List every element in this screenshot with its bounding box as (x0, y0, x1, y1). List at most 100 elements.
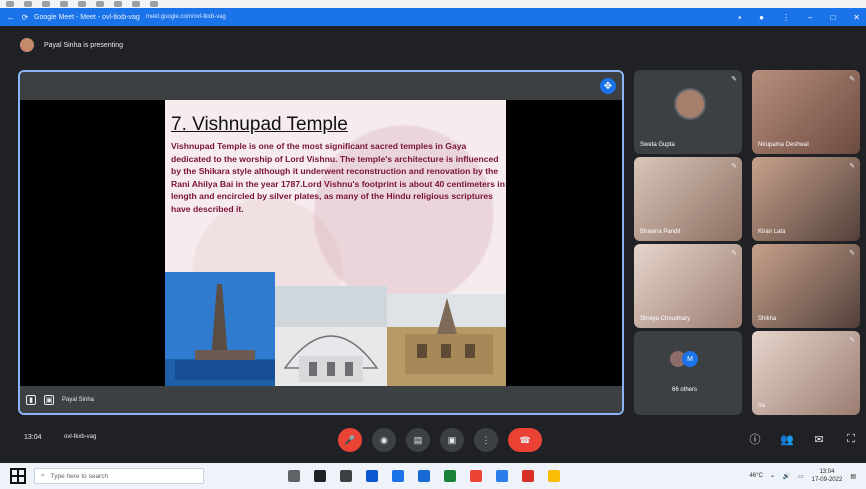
browser-titlebar: ← ⟳ Google Meet - Meet - ovl-tkxb-vag me… (0, 8, 866, 26)
meet-screen: ← ⟳ Google Meet - Meet - ovl-tkxb-vag me… (0, 0, 866, 489)
participant-name: Bhawna Pandit (640, 229, 681, 235)
battery-icon[interactable]: ▭ (798, 473, 804, 480)
meeting-code: ovl-tkxb-vag (64, 434, 97, 440)
participant-name: Shreya Choudhary (640, 316, 691, 322)
temple-facade-illustration (405, 298, 493, 374)
store-icon[interactable] (496, 470, 508, 482)
camera-toggle-button[interactable]: ◉ (372, 428, 396, 452)
cast-icon[interactable]: ▪ (738, 13, 741, 22)
participant-avatar (674, 88, 706, 120)
taskbar-apps (288, 470, 560, 482)
stage-header (20, 72, 622, 100)
browser-toolbar-right: ▪ ● ⋮ – □ ✕ (738, 13, 860, 22)
mic-off-icon: ✎ (731, 76, 737, 83)
participant-video-tile[interactable]: ✎ Shikha (752, 244, 860, 328)
temple-dome-illustration (283, 335, 379, 382)
mic-off-icon: ✎ (731, 250, 737, 257)
minimize-icon[interactable]: – (808, 13, 812, 22)
meeting-time: 13:04 (24, 434, 42, 441)
info-icon[interactable]: ⓘ (746, 430, 764, 448)
temple-photos (165, 272, 506, 388)
menu-icon[interactable]: ⋮ (782, 13, 790, 22)
others-tile[interactable]: M 66 others (634, 331, 742, 415)
participant-video-tile[interactable]: ✎ Bhawna Pandit (634, 157, 742, 241)
participant-name: Ira (758, 403, 766, 409)
presenting-text: Payal Sinha is presenting (44, 41, 123, 49)
slide-body: Vishnupad Temple is one of the most sign… (171, 141, 505, 214)
presenter-avatar (20, 38, 34, 52)
notification-icon[interactable]: ▤ (850, 473, 856, 480)
chrome-icon[interactable] (392, 470, 404, 482)
tab-title[interactable]: Google Meet - Meet - ovl-tkxb-vag (34, 14, 140, 21)
participant-video-tile[interactable]: ✎ Nirupama Deshwal (752, 70, 860, 154)
center-controls: 🎤 ◉ ▤ ▣ ⋮ ☎ (338, 428, 542, 452)
search-icon: ⌕ (41, 472, 45, 479)
temple-photo-3 (387, 294, 506, 388)
participant-name: Kiran Lata (758, 229, 786, 235)
windows-taskbar: ⌕ Type here to search 46°C ⌁ 🔊 ▭ 13:04 1… (0, 463, 866, 489)
weather-text[interactable]: 46°C (749, 473, 762, 479)
youtube-icon[interactable] (522, 470, 534, 482)
participant-tile[interactable]: ✎ Sweta Gupta (634, 70, 742, 154)
stage-footer: ▮ ▣ Payal Sinha (20, 386, 622, 413)
participant-video-tile[interactable]: ✎ Ira (752, 331, 860, 415)
participant-video-tile[interactable]: ✎ Kiran Lata (752, 157, 860, 241)
settings-icon[interactable] (340, 470, 352, 482)
meeting-controls-bar: 13:04 ovl-tkxb-vag 🎤 ◉ ▤ ▣ ⋮ ☎ ⓘ 👥 ✉ ⛶ (0, 420, 866, 460)
participant-name: Sweta Gupta (640, 142, 675, 148)
volume-icon[interactable]: 🔊 (782, 473, 789, 480)
address-bar[interactable]: meet.google.com/ovl-tkxb-vag (146, 14, 226, 20)
taskbar-search[interactable]: ⌕ Type here to search (34, 468, 204, 484)
presentation-slide: 7. Vishnupad Temple Vishnupad Temple is … (165, 100, 506, 388)
temple-photo-1 (165, 272, 275, 388)
stage-presenter-name: Payal Sinha (62, 396, 95, 403)
temple-photo-2 (275, 286, 387, 388)
participant-name: Shikha (758, 316, 777, 322)
microphone-toggle-button[interactable]: 🎤 (338, 428, 362, 452)
participant-video-tile[interactable]: ✎ Shreya Choudhary (634, 244, 742, 328)
present-now-button[interactable]: ▣ (440, 428, 464, 452)
participant-name: Nirupama Deshwal (758, 142, 809, 148)
leave-call-button[interactable]: ☎ (508, 428, 542, 452)
presentation-stage[interactable]: ✥ 7. Vishnupad Temple Vishnupad Temple i… (18, 70, 624, 415)
mic-off-icon: ✎ (849, 250, 855, 257)
widgets-icon[interactable] (314, 470, 326, 482)
previous-window-strip (0, 0, 866, 8)
others-badge: M (682, 351, 698, 367)
clock-time: 13:04 (819, 469, 835, 475)
mail-icon[interactable] (470, 470, 482, 482)
chrome-alt-icon[interactable] (548, 470, 560, 482)
start-button[interactable] (10, 468, 26, 484)
task-view-icon[interactable] (288, 470, 300, 482)
word-icon[interactable] (418, 470, 430, 482)
others-label: 66 others (672, 387, 698, 393)
clock[interactable]: 13:04 17-09-2022 (812, 468, 843, 484)
pin-icon[interactable]: ✥ (600, 78, 616, 94)
mic-off-icon: ✎ (849, 76, 855, 83)
reload-icon[interactable]: ⟳ (20, 12, 30, 22)
mute-indicator-icon: ▮ (26, 394, 36, 405)
people-icon[interactable]: 👥 (778, 430, 796, 448)
wifi-icon[interactable]: ⌁ (771, 473, 775, 480)
edge-icon[interactable] (366, 470, 378, 482)
present-indicator-icon: ▣ (44, 394, 54, 405)
system-tray: 46°C ⌁ 🔊 ▭ 13:04 17-09-2022 ▤ (749, 468, 856, 484)
chat-icon[interactable]: ✉ (810, 430, 828, 448)
maximize-icon[interactable]: □ (830, 13, 835, 22)
mic-off-icon: ✎ (849, 163, 855, 170)
slide-title: 7. Vishnupad Temple (171, 114, 348, 135)
more-options-button[interactable]: ⋮ (474, 428, 498, 452)
temple-spire-illustration (175, 284, 275, 380)
captions-button[interactable]: ▤ (406, 428, 430, 452)
mic-off-icon: ✎ (731, 163, 737, 170)
profile-icon[interactable]: ● (759, 13, 764, 22)
mic-off-icon: ✎ (849, 337, 855, 344)
back-arrow-icon[interactable]: ← (6, 12, 16, 22)
close-icon[interactable]: ✕ (853, 13, 860, 22)
explorer-icon[interactable] (444, 470, 456, 482)
clock-date: 17-09-2022 (811, 477, 843, 483)
search-placeholder: Type here to search (50, 472, 109, 480)
activities-icon[interactable]: ⛶ (842, 430, 860, 448)
right-controls: ⓘ 👥 ✉ ⛶ (746, 430, 860, 448)
presenting-banner: Payal Sinha is presenting (20, 36, 123, 54)
